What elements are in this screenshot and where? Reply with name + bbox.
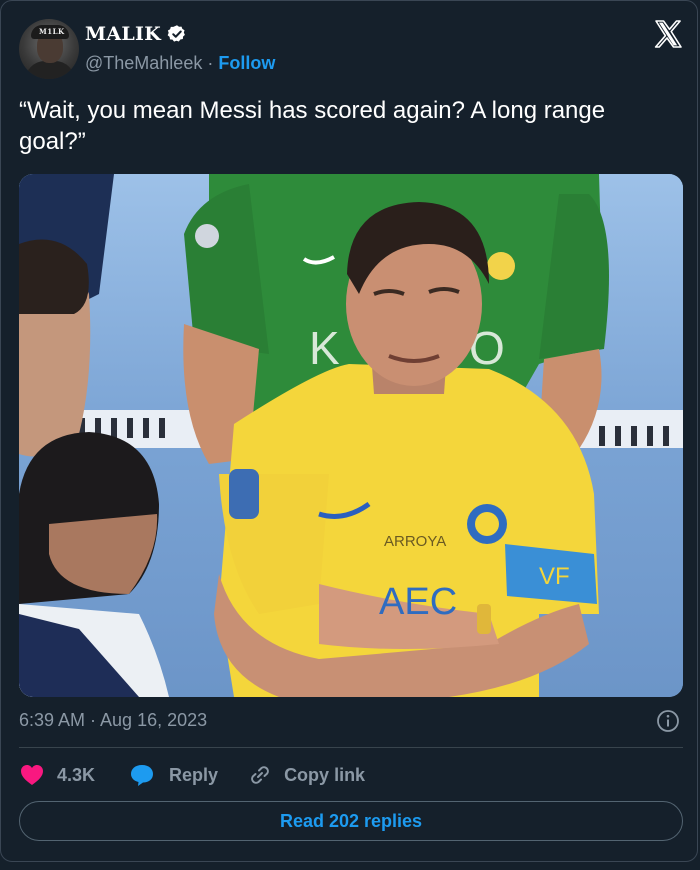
speech-bubble-icon [131,765,154,786]
tweet-photo[interactable]: K O VF ARROYA AEC [19,174,683,697]
verified-badge-icon [167,25,185,42]
copy-link-button[interactable]: Copy link [248,763,365,787]
tweet-text: “Wait, you mean Messi has scored again? … [19,97,606,155]
armband-text: VF [539,563,570,590]
photo-illustration: K O VF ARROYA AEC [19,174,683,697]
like-count: 4.3K [57,764,96,785]
x-logo-icon[interactable] [653,19,683,49]
author-handle-row: @TheMahleek · Follow [85,53,275,74]
reply-label: Reply [169,764,219,785]
link-icon [251,766,269,784]
tweet-timestamp[interactable]: 6:39 AM · Aug 16, 2023 [19,710,207,731]
author-name-row: MALIK [85,23,187,45]
copy-link-label: Copy link [284,764,366,785]
separator-dot: · [207,53,219,73]
avatar-body [25,61,75,79]
info-icon[interactable] [656,709,680,733]
shirt-sponsor-text: ARROYA [384,533,446,550]
reply-button[interactable]: Reply [129,763,248,787]
author-name[interactable]: MALIK [85,23,161,45]
tweet-card: M1LK MALIK @TheMahleek · Follow “Wait, y… [0,0,698,862]
author-avatar[interactable]: M1LK [19,19,79,79]
background-shirt-letter: K [309,322,340,374]
read-replies-button[interactable]: Read 202 replies [19,801,683,841]
action-bar: 4.3K Reply Copy link [19,761,365,789]
like-button[interactable]: 4.3K [19,763,129,787]
author-handle[interactable]: @TheMahleek [85,53,202,73]
divider [19,747,683,748]
follow-button[interactable]: Follow [218,53,275,73]
shirt-number-text: AEC [379,581,457,623]
heart-icon [21,765,43,785]
avatar-cap-text: M1LK [39,27,65,36]
